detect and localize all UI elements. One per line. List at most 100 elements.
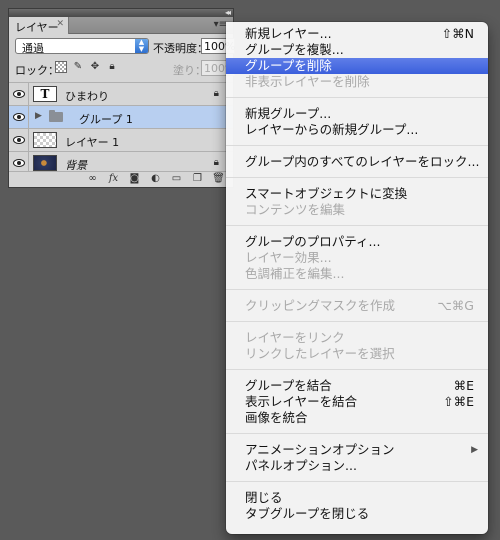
menu-item-label: 色調補正を編集... bbox=[245, 266, 345, 281]
background-thumbnail bbox=[33, 155, 57, 171]
menu-item-shortcut: ⌘E bbox=[453, 378, 474, 393]
menu-item-group-properties[interactable]: グループのプロパティ... bbox=[226, 234, 488, 250]
menu-item-layer-effects: レイヤー効果... bbox=[226, 250, 488, 266]
menu-item-convert-smart-object[interactable]: スマートオブジェクトに変換 bbox=[226, 186, 488, 202]
lock-all-icon[interactable]: 🔒︎ bbox=[106, 61, 118, 73]
menu-item-select-linked-layers: リンクしたレイヤーを選択 bbox=[226, 346, 488, 362]
menu-separator bbox=[226, 225, 488, 226]
menu-item-link-layers: レイヤーをリンク bbox=[226, 330, 488, 346]
layer-row-pixel[interactable]: レイヤー 1 bbox=[9, 128, 233, 151]
close-icon[interactable]: ✕ bbox=[56, 19, 64, 29]
layer-list: T ひまわり 🔒︎ ▶ グループ 1 レイヤー 1 背景 🔒︎ bbox=[9, 82, 233, 174]
menu-item-delete-group[interactable]: グループを削除 bbox=[226, 58, 488, 74]
disclosure-triangle-icon[interactable]: ▶ bbox=[35, 111, 42, 121]
submenu-arrow-icon: ▶ bbox=[471, 445, 478, 455]
menu-separator bbox=[226, 369, 488, 370]
menu-item-merge-group[interactable]: グループを結合 ⌘E bbox=[226, 378, 488, 394]
blend-row: 通過 ▲ ▼ 不透明度： 100% bbox=[15, 38, 235, 55]
menu-item-label: リンクしたレイヤーを選択 bbox=[245, 346, 395, 361]
menu-item-flatten-image[interactable]: 画像を統合 bbox=[226, 410, 488, 426]
lock-position-icon[interactable]: ✥ bbox=[89, 61, 101, 73]
menu-separator bbox=[226, 289, 488, 290]
menu-item-label: 閉じる bbox=[245, 490, 283, 505]
menu-item-label: 画像を統合 bbox=[245, 410, 308, 425]
panel-footer: ∞ fx ◙ ◐ ▭ ❐ 🗑︎ bbox=[9, 171, 233, 187]
menu-item-panel-options[interactable]: パネルオプション... bbox=[226, 458, 488, 474]
menu-item-label: グループ内のすべてのレイヤーをロック... bbox=[245, 154, 480, 169]
menu-item-edit-adjustment: 色調補正を編集... bbox=[226, 266, 488, 282]
menu-separator bbox=[226, 97, 488, 98]
layers-panel-menu: 新規レイヤー... ⇧⌘N グループを複製... グループを削除 非表示レイヤー… bbox=[226, 22, 488, 534]
tab-label: レイヤー bbox=[15, 21, 59, 34]
menu-item-new-group-from-layers[interactable]: レイヤーからの新規グループ... bbox=[226, 122, 488, 138]
new-group-icon[interactable]: ▭ bbox=[170, 173, 183, 187]
panel-title-bar[interactable]: ◂◂ bbox=[9, 8, 233, 17]
collapse-icon[interactable]: ◂◂ bbox=[225, 8, 231, 17]
menu-item-new-layer[interactable]: 新規レイヤー... ⇧⌘N bbox=[226, 26, 488, 42]
menu-item-label: 新規レイヤー... bbox=[245, 26, 332, 41]
lock-icon: 🔒︎ bbox=[213, 88, 219, 99]
menu-item-label: アニメーションオプション bbox=[245, 442, 395, 457]
menu-item-label: 表示レイヤーを結合 bbox=[245, 394, 358, 409]
menu-item-shortcut: ⌥⌘G bbox=[437, 298, 474, 313]
menu-item-shortcut: ⇧⌘N bbox=[441, 26, 474, 41]
menu-item-edit-contents: コンテンツを編集 bbox=[226, 202, 488, 218]
menu-item-label: パネルオプション... bbox=[245, 458, 357, 473]
fx-icon[interactable]: fx bbox=[107, 173, 120, 187]
lock-transparency-icon[interactable] bbox=[55, 61, 67, 73]
opacity-label: 不透明度： bbox=[153, 42, 208, 55]
lock-icon: 🔒︎ bbox=[213, 157, 219, 168]
layer-name[interactable]: ひまわり bbox=[65, 88, 109, 104]
menu-item-label: 新規グループ... bbox=[245, 106, 332, 121]
eye-icon[interactable] bbox=[9, 83, 29, 105]
adjustment-layer-icon[interactable]: ◐ bbox=[149, 173, 162, 187]
menu-item-shortcut: ⇧⌘E bbox=[443, 394, 474, 409]
link-layers-icon[interactable]: ∞ bbox=[86, 173, 99, 187]
menu-item-create-clipping-mask: クリッピングマスクを作成 ⌥⌘G bbox=[226, 298, 488, 314]
menu-item-new-group[interactable]: 新規グループ... bbox=[226, 106, 488, 122]
menu-item-label: タブグループを閉じる bbox=[245, 506, 370, 521]
text-layer-thumbnail: T bbox=[33, 86, 57, 102]
menu-item-label: 非表示レイヤーを削除 bbox=[245, 74, 370, 89]
menu-item-label: レイヤー効果... bbox=[245, 250, 332, 265]
menu-item-label: スマートオブジェクトに変換 bbox=[245, 186, 408, 201]
tab-layers[interactable]: レイヤー ✕ bbox=[9, 17, 69, 34]
folder-icon bbox=[49, 110, 63, 122]
layers-panel: ◂◂ レイヤー ✕ ▾≡ 通過 ▲ ▼ 不透明度： 100% ロック： ✎ ✥ 🔒… bbox=[8, 8, 235, 188]
eye-icon[interactable] bbox=[9, 129, 29, 151]
lock-row: ロック： ✎ ✥ 🔒︎ 塗り： 100% bbox=[15, 60, 235, 77]
lock-pixels-icon[interactable]: ✎ bbox=[72, 61, 84, 73]
panel-menu-icon[interactable]: ▾≡ bbox=[214, 19, 227, 30]
menu-item-animation-options[interactable]: アニメーションオプション ▶ bbox=[226, 442, 488, 458]
layer-name[interactable]: グループ 1 bbox=[79, 111, 133, 127]
menu-item-label: コンテンツを編集 bbox=[245, 202, 346, 217]
menu-item-delete-hidden-layers: 非表示レイヤーを削除 bbox=[226, 74, 488, 90]
lock-icons: ✎ ✥ 🔒︎ bbox=[55, 61, 118, 73]
layer-mask-icon[interactable]: ◙ bbox=[128, 173, 141, 187]
menu-item-label: クリッピングマスクを作成 bbox=[245, 298, 396, 313]
menu-item-label: レイヤーからの新規グループ... bbox=[245, 122, 419, 137]
menu-item-duplicate-group[interactable]: グループを複製... bbox=[226, 42, 488, 58]
menu-separator bbox=[226, 481, 488, 482]
menu-separator bbox=[226, 433, 488, 434]
menu-item-label: グループを複製... bbox=[245, 42, 344, 57]
new-layer-icon[interactable]: ❐ bbox=[191, 173, 204, 187]
layer-name[interactable]: レイヤー 1 bbox=[65, 134, 119, 150]
menu-item-label: グループを結合 bbox=[245, 378, 332, 393]
blend-mode-select[interactable]: 通過 ▲ ▼ bbox=[15, 38, 149, 55]
menu-item-label: レイヤーをリンク bbox=[245, 330, 345, 345]
layer-row-group[interactable]: ▶ グループ 1 bbox=[9, 105, 233, 128]
select-arrows-icon: ▲ ▼ bbox=[135, 39, 148, 53]
menu-separator bbox=[226, 321, 488, 322]
menu-item-close-tab-group[interactable]: タブグループを閉じる bbox=[226, 506, 488, 522]
layer-row-text[interactable]: T ひまわり 🔒︎ bbox=[9, 82, 233, 105]
eye-icon[interactable] bbox=[9, 106, 29, 128]
menu-item-lock-all-layers[interactable]: グループ内のすべてのレイヤーをロック... bbox=[226, 154, 488, 170]
menu-separator bbox=[226, 177, 488, 178]
trash-icon[interactable]: 🗑︎ bbox=[212, 173, 225, 187]
lock-label: ロック： bbox=[15, 64, 59, 77]
panel-tab-bar: レイヤー ✕ ▾≡ bbox=[9, 17, 233, 34]
menu-item-merge-visible[interactable]: 表示レイヤーを結合 ⇧⌘E bbox=[226, 394, 488, 410]
menu-item-label: グループを削除 bbox=[245, 58, 332, 73]
menu-item-close[interactable]: 閉じる bbox=[226, 490, 488, 506]
